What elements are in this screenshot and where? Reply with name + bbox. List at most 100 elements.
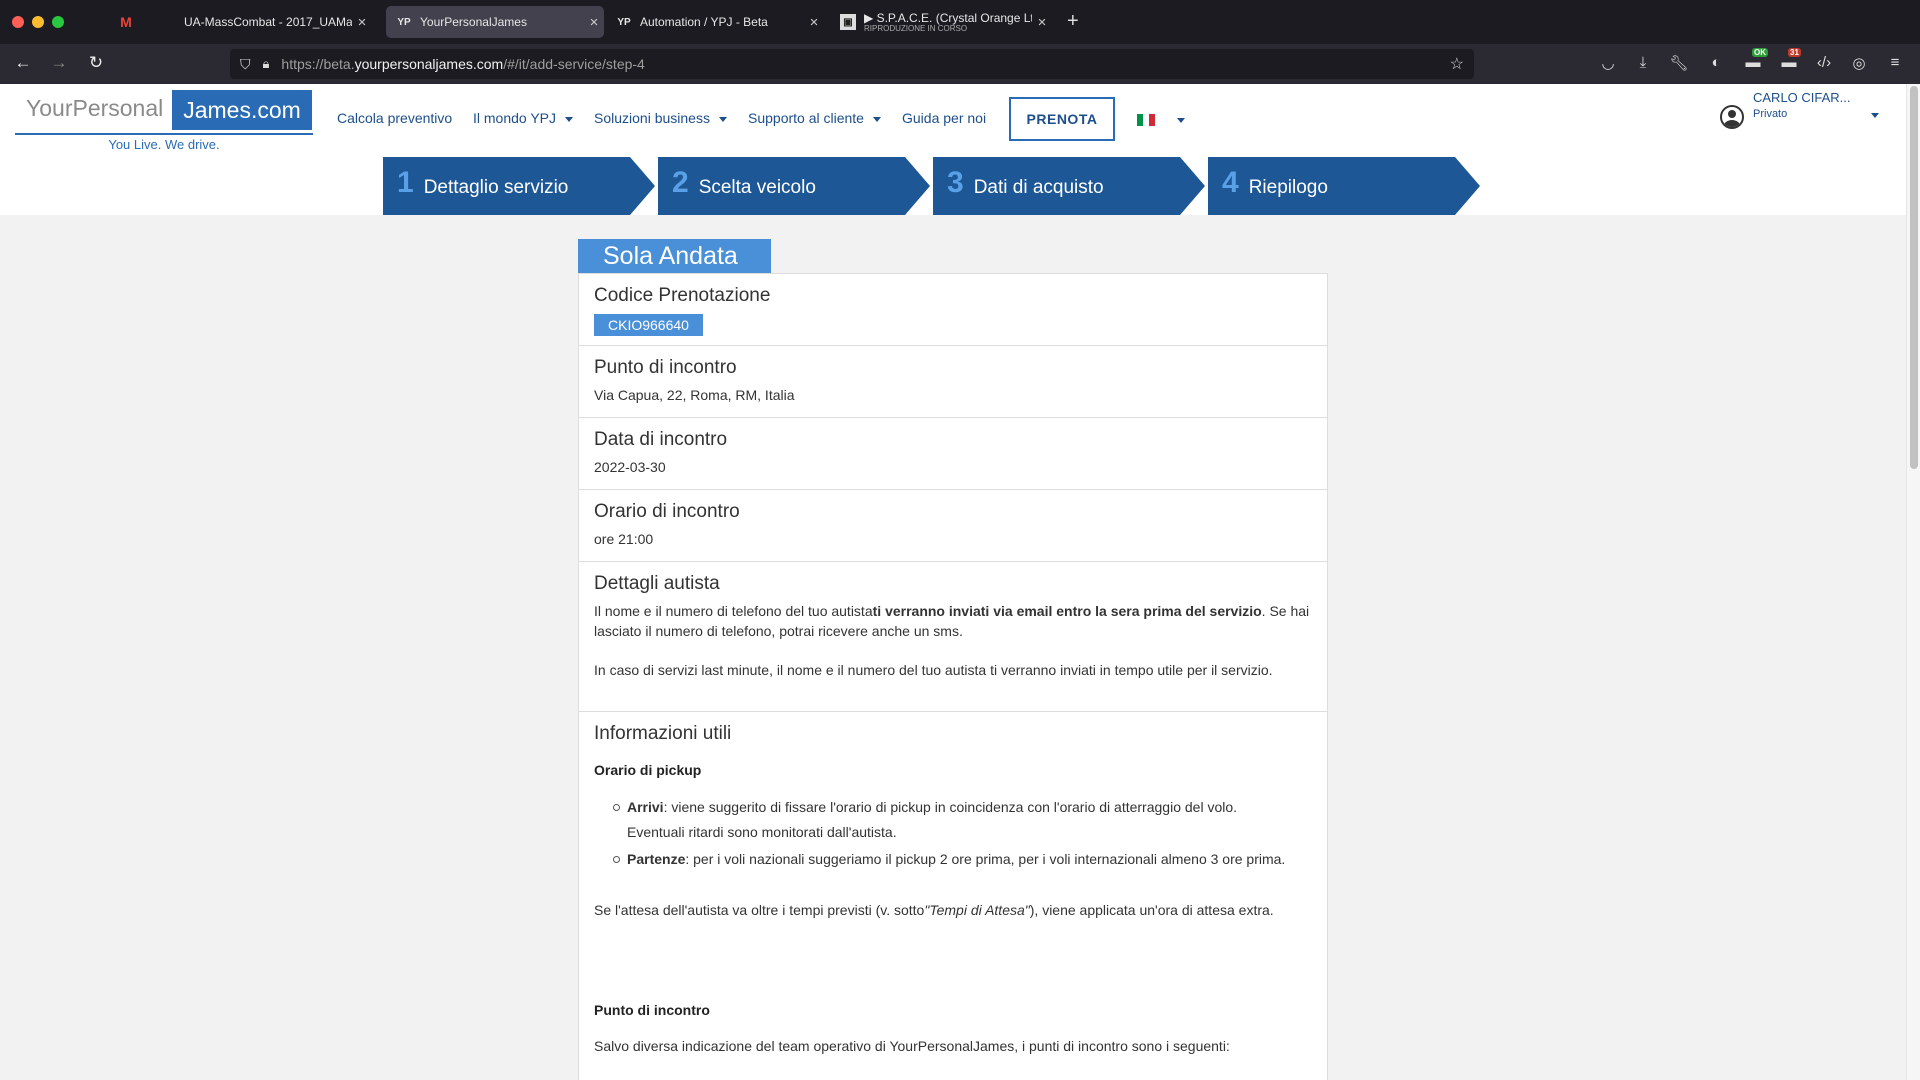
meeting-point-heading: Punto di incontro [594,1002,710,1018]
useful-info-section: Informazioni utili Orario di pickup Arri… [579,712,1327,1080]
forward-button[interactable]: → [48,53,70,73]
site-header: YourPersonal James.com You Live. We driv… [0,84,1906,157]
section-heading: Orario di incontro [594,501,740,522]
site-logo[interactable]: YourPersonal James.com You Live. We driv… [15,87,313,152]
meeting-date-section: Data di incontro 2022-03-30 [579,418,1327,490]
user-avatar-icon[interactable] [1720,105,1744,129]
nav-il-mondo-ypj[interactable]: Il mondo YPJ [473,110,574,126]
logo-right-text: James.com [172,90,312,130]
step-dettaglio-servizio[interactable]: 1 Dettaglio servizio [383,157,655,215]
shield-icon[interactable]: ⛉ [240,56,251,73]
trip-type-title: Sola Andata [578,239,771,273]
tab-title: ▶ S.P.A.C.E. (Crystal Orange Ltd) [864,11,1032,25]
devtools-icon[interactable]: ‹/› [1813,54,1835,71]
section-heading: Informazioni utili [594,723,732,744]
meeting-date-value: 2022-03-30 [594,459,666,475]
nav-soluzioni-business[interactable]: Soluzioni business [594,110,727,126]
download-icon[interactable]: ⤓ [1632,54,1654,71]
wait-text: Se l'attesa dell'autista va oltre i temp… [594,902,925,918]
bookmark-star-icon[interactable]: ☆ [1450,54,1464,74]
booking-steps: 1 Dettaglio servizio 2 Scelta veicolo 3 … [0,157,1906,215]
user-menu-chevron-down-icon[interactable] [1871,113,1879,118]
meeting-point-value: Via Capua, 22, Roma, RM, Italia [594,387,795,403]
close-tab-icon[interactable]: × [352,14,372,31]
chevron-down-icon [872,116,881,122]
url-path: /#/it/add-service/step-4 [503,56,645,72]
minimize-window-button[interactable] [32,16,44,28]
step-scelta-veicolo[interactable]: 2 Scelta veicolo [658,157,930,215]
user-name[interactable]: CARLO CIFAR... [1753,90,1851,105]
extension-count-icon[interactable]: ▬ 31 [1778,48,1801,71]
driver-details-section: Dettagli autista Il nome e il numero di … [579,562,1327,712]
nav-calcola-preventivo[interactable]: Calcola preventivo [337,110,452,126]
nav-guida-per-noi[interactable]: Guida per noi [902,110,986,126]
departures-label: Partenze [627,851,686,867]
lock-icon[interactable]: 🔒︎ [263,56,270,72]
gmail-icon: M [120,14,132,30]
booking-code-section: Codice Prenotazione CKIO966640 [579,274,1327,346]
ok-badge: OK [1752,48,1768,57]
language-chevron-down-icon[interactable] [1177,118,1185,123]
tab-space-crystal-orange[interactable]: ▣ ▶ S.P.A.C.E. (Crystal Orange Ltd) RIPR… [830,6,1052,38]
url-text[interactable]: https://beta.yourpersonaljames.com/#/it/… [281,56,644,72]
section-heading: Punto di incontro [594,357,737,378]
arrivals-text: : viene suggerito di fissare l'orario di… [627,799,1238,840]
tab-automation-ypj[interactable]: YP Automation / YPJ - Beta × [606,6,824,38]
reload-button[interactable]: ↻ [85,53,107,73]
tab-gmail[interactable]: M [108,6,140,38]
scrollbar-thumb[interactable] [1910,86,1918,469]
step-label: Dettaglio servizio [423,177,569,198]
tab-yourpersonaljames[interactable]: YP YourPersonalJames × [386,6,604,38]
yp-favicon-icon: YP [617,16,631,28]
pocket-icon[interactable]: ◡ [1597,54,1619,72]
nav-label: Guida per noi [902,110,987,126]
tab-subtitle: RIPRODUZIONE IN CORSO [864,24,968,33]
driver-text-bold: ti verranno inviati via email entro la s… [872,603,1262,619]
wrench-icon[interactable]: 🔧︎ [1668,54,1690,72]
meeting-point-section: Punto di incontro Via Capua, 22, Roma, R… [579,346,1327,418]
wait-text: ), viene applicata un'ora di attesa extr… [1029,902,1274,918]
prenota-button[interactable]: PRENOTA [1009,97,1115,141]
new-tab-button[interactable]: + [1067,10,1079,33]
tab-ua-masscombat[interactable]: UA-MassCombat - 2017_UAMassCombat × [150,6,372,38]
italian-flag-icon[interactable] [1137,114,1155,126]
close-tab-icon[interactable]: × [1032,14,1052,31]
section-heading: Dettagli autista [594,573,720,594]
waiting-time-paragraph: Se l'attesa dell'autista va oltre i temp… [594,898,1314,923]
close-window-button[interactable] [12,16,24,28]
sheet-icon [160,14,176,30]
meeting-point-paragraph: Salvo diversa indicazione del team opera… [594,1038,1230,1054]
zoom-window-button[interactable] [52,16,64,28]
extension-icon[interactable]: ◐ [1705,54,1727,71]
step-label: Dati di acquisto [973,177,1104,198]
profile-icon[interactable]: ◎ [1848,54,1870,72]
url-domain: yourpersonaljames.com [354,56,504,72]
page-scrollbar[interactable] [1906,84,1920,1080]
nav-supporto-al-cliente[interactable]: Supporto al cliente [748,110,881,126]
meeting-time-value: ore 21:00 [594,531,654,547]
driver-text: Il nome e il numero di telefono del tuo … [594,603,873,619]
chevron-down-icon [565,116,574,122]
step-riepilogo[interactable]: 4 Riepilogo [1208,157,1480,215]
nav-label: Calcola preventivo [337,110,453,126]
menu-icon[interactable]: ≡ [1884,54,1906,71]
address-bar[interactable]: ⛉ 🔒︎ https://beta.yourpersonaljames.com/… [230,49,1474,79]
nav-label: Supporto al cliente [748,110,864,126]
url-prefix: https://beta. [281,56,355,72]
arrivals-label: Arrivi [627,799,664,815]
booking-code-badge: CKIO966640 [594,314,703,336]
step-number: 3 [947,166,964,199]
user-type: Privato [1753,108,1788,120]
departures-text: : per i voli nazionali suggeriamo il pic… [685,851,1286,867]
booking-summary-card: Codice Prenotazione CKIO966640 Punto di … [578,273,1328,1080]
back-button[interactable]: ← [12,53,34,73]
chevron-down-icon [718,116,727,122]
extension-ok-icon[interactable]: ▬ OK [1742,48,1768,71]
section-heading: Data di incontro [594,429,728,450]
close-tab-icon[interactable]: × [584,14,604,31]
close-tab-icon[interactable]: × [804,14,824,31]
step-dati-di-acquisto[interactable]: 3 Dati di acquisto [933,157,1205,215]
nav-label: Soluzioni business [594,110,710,126]
logo-left-text: YourPersonal [26,95,164,121]
media-favicon-icon: ▣ [840,14,856,30]
